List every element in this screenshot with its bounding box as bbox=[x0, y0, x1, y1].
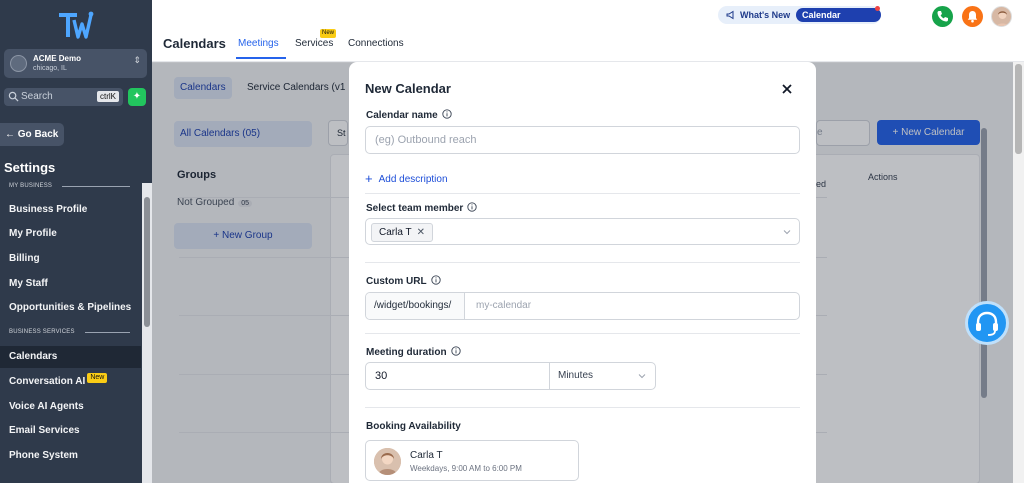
meeting-duration-label: Meeting duration bbox=[366, 346, 461, 358]
sidebar-item-voice-ai-agents[interactable]: Voice AI Agents bbox=[0, 396, 141, 418]
chip-label: Carla T bbox=[379, 227, 412, 238]
section-divider bbox=[365, 407, 800, 408]
new-badge: New bbox=[320, 29, 337, 38]
page-scrollbar[interactable] bbox=[1013, 62, 1024, 483]
chevron-down-icon bbox=[638, 374, 646, 379]
sidebar-item-opportunities[interactable]: Opportunities & Pipelines bbox=[0, 297, 141, 319]
custom-url-field[interactable]: /widget/bookings/ my-calendar bbox=[365, 292, 800, 320]
meeting-duration-field: 30 Minutes bbox=[365, 362, 656, 390]
section-my-business: MY BUSINESS bbox=[9, 183, 53, 189]
app-logo-icon bbox=[59, 11, 94, 39]
plus-icon: + bbox=[365, 171, 373, 186]
team-member-label: Select team member bbox=[366, 202, 477, 214]
info-icon[interactable] bbox=[442, 109, 452, 119]
settings-title: Settings bbox=[4, 160, 56, 175]
notification-dot bbox=[875, 6, 880, 11]
sidebar-item-email-services[interactable]: Email Services bbox=[0, 420, 141, 442]
sidebar-item-business-profile[interactable]: Business Profile bbox=[0, 199, 141, 221]
url-prefix: /widget/bookings/ bbox=[366, 293, 465, 319]
sidebar-item-billing[interactable]: Billing bbox=[0, 248, 141, 270]
modal-title: New Calendar bbox=[365, 81, 451, 96]
team-member-select[interactable]: Carla T ✕ bbox=[365, 218, 800, 245]
sidebar-item-calendars[interactable]: Calendars bbox=[0, 346, 141, 368]
member-avatar bbox=[374, 448, 401, 475]
sidebar-item-my-profile[interactable]: My Profile bbox=[0, 223, 141, 245]
search-shortcut: ctrlK bbox=[97, 91, 119, 102]
section-divider bbox=[365, 193, 800, 194]
chevron-down-icon bbox=[783, 230, 791, 235]
selected-member-chip: Carla T ✕ bbox=[371, 223, 433, 242]
page-title: Calendars bbox=[163, 36, 226, 51]
custom-url-label: Custom URL bbox=[366, 275, 441, 287]
duration-unit-select[interactable]: Minutes bbox=[549, 363, 655, 389]
label-text: Calendar name bbox=[366, 110, 438, 121]
search-label: Search bbox=[21, 91, 53, 102]
sidebar: ACME Demo chicago, IL ⇕ Search ctrlK ✦ ←… bbox=[0, 0, 152, 483]
bell-icon bbox=[967, 11, 978, 23]
section-business-services: BUSINESS SERVICES bbox=[9, 329, 75, 335]
phone-icon bbox=[937, 11, 948, 22]
section-divider bbox=[85, 332, 130, 333]
availability-member-name: Carla T bbox=[410, 450, 443, 461]
scrollbar-thumb[interactable] bbox=[144, 197, 150, 327]
calendar-name-input[interactable]: (eg) Outbound reach bbox=[365, 126, 800, 154]
account-switcher[interactable]: ACME Demo chicago, IL ⇕ bbox=[4, 49, 147, 78]
info-icon[interactable] bbox=[450, 346, 461, 356]
account-avatar-icon bbox=[10, 55, 27, 72]
calendar-updates-button[interactable]: Calendar Updates bbox=[796, 8, 881, 34]
go-back-label: Go Back bbox=[17, 129, 59, 140]
account-location: chicago, IL bbox=[33, 65, 67, 72]
info-icon[interactable] bbox=[467, 202, 477, 212]
label-text: Select team member bbox=[366, 203, 464, 214]
sidebar-item-conversation-ai[interactable]: Conversation AI New bbox=[0, 371, 141, 393]
duration-input[interactable]: 30 bbox=[375, 363, 387, 389]
headset-icon bbox=[976, 311, 998, 336]
search-icon bbox=[8, 91, 19, 102]
new-badge: New bbox=[87, 373, 108, 383]
top-header: Calendars Meetings Services New Connecti… bbox=[152, 0, 1024, 62]
whats-new-pill[interactable]: What's New Calendar Updates bbox=[718, 6, 881, 34]
sidebar-item-phone-system[interactable]: Phone System bbox=[0, 445, 141, 467]
member-photo-icon bbox=[374, 448, 401, 475]
label-text: Meeting duration bbox=[366, 347, 447, 358]
sidebar-search[interactable]: Search ctrlK bbox=[4, 88, 123, 106]
remove-chip-icon[interactable]: ✕ bbox=[417, 227, 425, 238]
megaphone-icon bbox=[726, 10, 734, 20]
section-divider bbox=[365, 333, 800, 334]
tab-services[interactable]: Services bbox=[295, 38, 333, 49]
user-photo-icon bbox=[995, 11, 1010, 26]
close-icon[interactable] bbox=[780, 82, 794, 96]
tab-meetings[interactable]: Meetings bbox=[238, 38, 279, 49]
availability-hours: Weekdays, 9:00 AM to 6:00 PM bbox=[410, 464, 522, 473]
label-text: Custom URL bbox=[366, 276, 427, 287]
add-description-label: Add description bbox=[378, 174, 448, 185]
info-icon[interactable] bbox=[430, 275, 441, 285]
section-divider bbox=[365, 262, 800, 263]
section-divider bbox=[62, 186, 130, 187]
phone-button[interactable] bbox=[932, 6, 953, 27]
account-name: ACME Demo bbox=[33, 54, 82, 63]
booking-availability-label: Booking Availability bbox=[366, 421, 461, 432]
sidebar-item-label: Conversation AI bbox=[9, 376, 86, 387]
chevron-up-down-icon: ⇕ bbox=[133, 55, 141, 65]
sidebar-scrollbar[interactable] bbox=[142, 183, 152, 483]
user-avatar[interactable] bbox=[991, 6, 1012, 27]
go-back-button[interactable]: ← Go Back bbox=[0, 123, 64, 146]
whats-new-label: What's New bbox=[740, 10, 791, 20]
calendar-name-label: Calendar name bbox=[366, 109, 452, 121]
active-tab-indicator bbox=[236, 57, 286, 59]
scrollbar-thumb[interactable] bbox=[1015, 64, 1022, 154]
add-description-button[interactable]: + Add description bbox=[365, 171, 448, 186]
availability-card[interactable]: Carla T Weekdays, 9:00 AM to 6:00 PM bbox=[365, 440, 579, 481]
ai-sparkle-button[interactable]: ✦ bbox=[128, 88, 146, 106]
new-calendar-modal: New Calendar Calendar name (eg) Outbound… bbox=[349, 62, 816, 483]
support-chat-button[interactable] bbox=[965, 301, 1009, 345]
sidebar-item-my-staff[interactable]: My Staff bbox=[0, 273, 141, 295]
tab-connections[interactable]: Connections bbox=[348, 38, 404, 49]
unit-label: Minutes bbox=[558, 370, 594, 381]
notifications-button[interactable] bbox=[962, 6, 983, 27]
url-slug-input[interactable]: my-calendar bbox=[476, 293, 531, 319]
